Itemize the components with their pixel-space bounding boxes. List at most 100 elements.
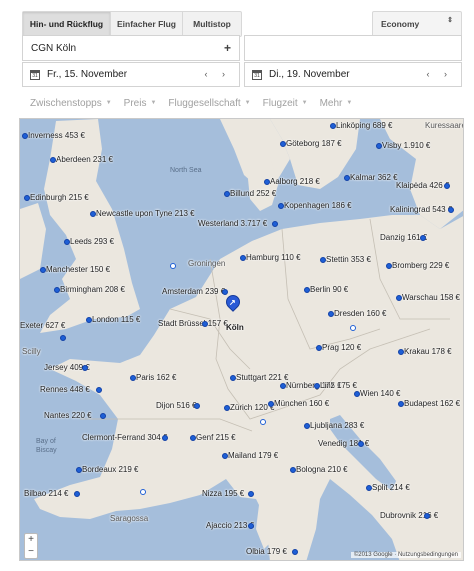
filter-price[interactable]: Preis ▼ <box>124 96 157 110</box>
map-destination-marker[interactable] <box>24 195 30 201</box>
map-city-label[interactable]: Warschau 158 € <box>402 293 460 302</box>
map-copyright[interactable]: ©2013 Google · Nutzungsbedingungen <box>350 552 461 558</box>
map-city-label[interactable]: Krakau 178 € <box>404 347 452 356</box>
map-destination-marker[interactable] <box>358 441 364 447</box>
depart-date-nav-icon[interactable]: ‹ › <box>205 69 232 79</box>
destination-field[interactable] <box>244 35 462 61</box>
map-destination-marker[interactable] <box>420 235 426 241</box>
map-destination-marker[interactable] <box>396 295 402 301</box>
map-destination-marker[interactable] <box>280 141 286 147</box>
map-destination-marker[interactable] <box>230 375 236 381</box>
map-city-label[interactable]: Hamburg 110 € <box>246 253 301 262</box>
map-city-label[interactable]: Dresden 160 € <box>334 309 386 318</box>
map-city-label[interactable]: Kaliningrad 543 € <box>390 205 452 214</box>
map-city-label[interactable]: Ljubljana 283 € <box>310 421 364 430</box>
map-destination-marker[interactable] <box>190 435 196 441</box>
map-destination-marker[interactable] <box>76 467 82 473</box>
map-destination-marker[interactable] <box>320 257 326 263</box>
map-destination-marker[interactable] <box>40 267 46 273</box>
map-city-label[interactable]: Westerland 3.717 € <box>198 219 267 228</box>
map-city-label[interactable]: Mailand 179 € <box>228 451 278 460</box>
map-destination-marker[interactable] <box>96 387 102 393</box>
map-city-label[interactable]: Prag 120 € <box>322 343 361 352</box>
map-city-label[interactable]: Aberdeen 231 € <box>56 155 113 164</box>
map-city-label[interactable]: Wien 140 € <box>360 389 400 398</box>
map-city-label[interactable]: Split 214 € <box>372 483 410 492</box>
map-destination-marker[interactable] <box>222 289 228 295</box>
zoom-control[interactable]: + − <box>24 533 38 559</box>
map-city-label[interactable]: Amsterdam 239 € <box>162 287 225 296</box>
map-city-label[interactable]: Nantes 220 € <box>44 411 92 420</box>
results-map[interactable]: North Sea Bay of Biscay Kuressaare Groni… <box>19 118 464 561</box>
filter-airline[interactable]: Fluggesellschaft ▼ <box>168 96 250 110</box>
map-destination-marker[interactable] <box>398 401 404 407</box>
map-city-label[interactable]: Nizza 195 € <box>202 489 244 498</box>
map-city-label[interactable]: Aalborg 218 € <box>270 177 320 186</box>
map-destination-marker[interactable] <box>224 405 230 411</box>
map-destination-marker[interactable] <box>22 133 28 139</box>
map-city-label[interactable]: Stettin 353 € <box>326 255 371 264</box>
map-destination-marker[interactable] <box>386 263 392 269</box>
map-city-label[interactable]: Clermont-Ferrand 304 € <box>82 433 167 442</box>
tab-multistop[interactable]: Multistop <box>183 12 241 36</box>
map-destination-marker[interactable] <box>328 311 334 317</box>
zoom-out-button[interactable]: − <box>25 546 37 558</box>
origin-city-label[interactable]: Köln <box>226 323 244 332</box>
return-date-field[interactable]: 31 Di., 19. November ‹ › <box>244 62 462 87</box>
map-city-label[interactable]: Billund 252 € <box>230 189 276 198</box>
map-city-label[interactable]: Visby 1.910 € <box>382 141 430 150</box>
map-city-label[interactable]: Manchester 150 € <box>46 265 110 274</box>
map-city-label[interactable]: Dijon 516 € <box>156 401 196 410</box>
map-destination-marker[interactable] <box>376 143 382 149</box>
map-destination-marker[interactable] <box>354 391 360 397</box>
map-city-label[interactable]: Ajaccio 213 € <box>206 521 254 530</box>
map-destination-marker[interactable] <box>316 345 322 351</box>
map-city-label[interactable]: Kalmar 362 € <box>350 173 398 182</box>
map-city-label[interactable]: Rennes 448 € <box>40 385 90 394</box>
map-destination-marker[interactable] <box>240 255 246 261</box>
map-destination-marker[interactable] <box>90 211 96 217</box>
map-destination-marker[interactable] <box>60 335 66 341</box>
map-destination-marker[interactable] <box>304 423 310 429</box>
map-destination-marker[interactable] <box>224 191 230 197</box>
map-city-label[interactable]: Berlin 90 € <box>310 285 348 294</box>
depart-date-field[interactable]: 31 Fr., 15. November ‹ › <box>22 62 240 87</box>
return-date-nav-icon[interactable]: ‹ › <box>427 69 454 79</box>
filter-flight-time[interactable]: Flugzeit ▼ <box>263 96 308 110</box>
filter-stops[interactable]: Zwischenstopps ▼ <box>30 96 112 110</box>
tab-round-trip[interactable]: Hin- und Rückflug <box>23 12 111 36</box>
map-destination-marker[interactable] <box>304 287 310 293</box>
add-origin-icon[interactable]: + <box>224 41 231 55</box>
map-destination-marker[interactable] <box>50 157 56 163</box>
map-destination-marker[interactable] <box>86 317 92 323</box>
map-city-label[interactable]: Budapest 162 € <box>404 399 460 408</box>
map-city-label[interactable]: Linz 175 € <box>320 381 357 390</box>
map-city-label[interactable]: Leeds 293 € <box>70 237 114 246</box>
map-city-label[interactable]: Exeter 627 € <box>20 321 65 330</box>
tab-one-way[interactable]: Einfacher Flug <box>111 12 183 36</box>
map-city-label[interactable]: Kopenhagen 186 € <box>284 201 352 210</box>
map-city-label[interactable]: Bordeaux 219 € <box>82 465 139 474</box>
map-destination-marker[interactable] <box>64 239 70 245</box>
map-destination-marker[interactable] <box>366 485 372 491</box>
map-destination-marker[interactable] <box>194 403 200 409</box>
map-destination-marker[interactable] <box>100 413 106 419</box>
map-destination-marker[interactable] <box>344 175 350 181</box>
map-city-label[interactable]: Genf 215 € <box>196 433 236 442</box>
map-city-label[interactable]: Bromberg 229 € <box>392 261 449 270</box>
map-city-label[interactable]: Stadt Brüssel 157 € <box>158 319 228 328</box>
map-city-label[interactable]: Inverness 453 € <box>28 131 85 140</box>
map-destination-marker[interactable] <box>248 491 254 497</box>
map-destination-marker[interactable] <box>54 287 60 293</box>
map-destination-marker[interactable] <box>278 203 284 209</box>
map-destination-marker[interactable] <box>272 221 278 227</box>
map-destination-marker[interactable] <box>130 375 136 381</box>
map-destination-marker[interactable] <box>280 383 286 389</box>
filter-more[interactable]: Mehr ▼ <box>320 96 353 110</box>
map-city-label[interactable]: München 160 € <box>274 399 329 408</box>
map-destination-marker[interactable] <box>222 453 228 459</box>
map-city-label[interactable]: Olbia 179 € <box>246 547 287 556</box>
map-city-label[interactable]: Bologna 210 € <box>296 465 348 474</box>
map-destination-marker[interactable] <box>162 435 168 441</box>
map-destination-marker[interactable] <box>248 523 254 529</box>
